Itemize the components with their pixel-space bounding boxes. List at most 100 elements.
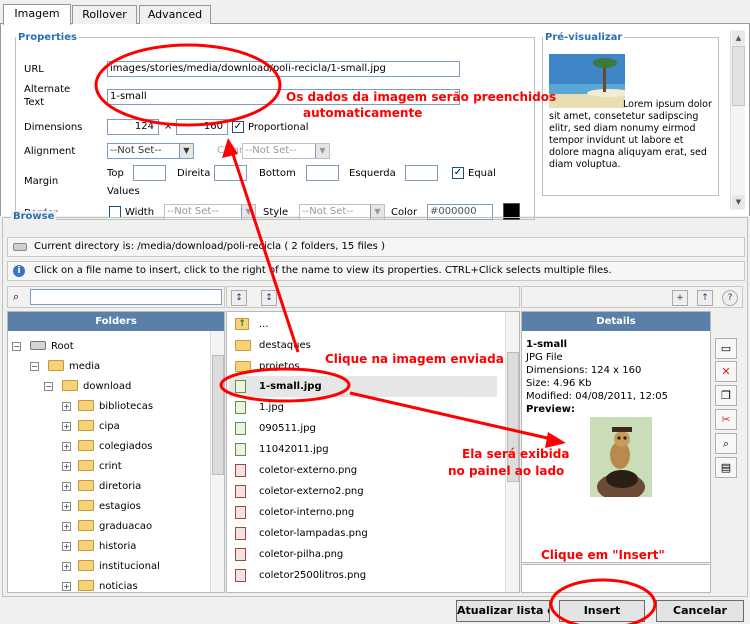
margin-right-input[interactable]	[214, 165, 247, 181]
info-icon: i	[13, 265, 25, 277]
tab-imagem[interactable]: Imagem	[3, 4, 71, 25]
alignment-select[interactable]: --Not Set-- ▼	[107, 143, 194, 159]
tree-item-noticias[interactable]: + noticias	[62, 577, 138, 592]
tree-item-download[interactable]: − download	[44, 377, 131, 397]
height-input[interactable]: 160	[176, 119, 228, 135]
folder-search-input[interactable]	[30, 289, 222, 305]
tree-item-estagios[interactable]: + estagios	[62, 497, 141, 517]
image-properties-panel: Properties URL images/stories/media/down…	[0, 24, 750, 220]
insert-button[interactable]: Insert	[559, 600, 645, 622]
details-header: Details	[522, 312, 710, 331]
delete-icon[interactable]: ✕	[715, 361, 737, 382]
annotation-autofill-line1: Os dados da imagem serão preenchidos	[286, 90, 557, 104]
details-preview-label: Preview:	[526, 404, 576, 415]
tree-item-diretoria[interactable]: + diretoria	[62, 477, 141, 497]
annotation-shown-line2: no painel ao lado	[448, 464, 565, 478]
scrollbar-thumb[interactable]	[507, 352, 519, 482]
clear-select[interactable]: --Not Set-- ▼	[242, 143, 330, 159]
scrollbar-thumb[interactable]	[732, 46, 745, 106]
tree-item-root[interactable]: − Root	[12, 337, 74, 357]
current-directory-bar: Current directory is: /media/download/po…	[7, 237, 745, 257]
folder-icon	[235, 361, 251, 372]
details-info: 1-small JPG File Dimensions: 124 x 160 S…	[526, 338, 668, 416]
width-input[interactable]: 124	[107, 119, 159, 135]
help-icon[interactable]: ?	[722, 290, 738, 306]
margin-left-label: Esquerda	[349, 168, 396, 179]
tree-item-bibliotecas[interactable]: + bibliotecas	[62, 397, 153, 417]
equal-values-checkbox[interactable]: ✓	[452, 167, 464, 179]
folder-icon	[235, 340, 251, 351]
current-directory-text: Current directory is: /media/download/po…	[34, 241, 385, 252]
folders-scrollbar[interactable]	[210, 331, 224, 592]
monkey-preview-image	[590, 417, 652, 497]
hint-bar: i Click on a file name to insert, click …	[7, 261, 745, 281]
details-type: JPG File	[526, 352, 563, 363]
tree-item-colegiados[interactable]: + colegiados	[62, 437, 152, 457]
file-row-coletor-externo2[interactable]: coletor-externo2.png	[229, 481, 497, 502]
margin-bottom-input[interactable]	[306, 165, 339, 181]
sort-size-icon[interactable]: ↕	[261, 290, 277, 306]
new-folder-icon[interactable]: +	[672, 290, 688, 306]
equal-values-label: Equal	[468, 168, 496, 179]
folder-icon	[78, 560, 94, 571]
edit-image-icon[interactable]: ▤	[715, 457, 737, 478]
file-row-090511[interactable]: 090511.jpg	[229, 418, 497, 439]
properties-scrollbar[interactable]: ▲ ▼	[730, 30, 745, 210]
png-file-icon	[235, 569, 246, 582]
file-row-coletor-interno[interactable]: coletor-interno.png	[229, 502, 497, 523]
upload-icon[interactable]: ↑	[697, 290, 713, 306]
tree-item-cipa[interactable]: + cipa	[62, 417, 120, 437]
refresh-list-button[interactable]: Atualizar lista de	[456, 600, 550, 622]
jpg-file-icon	[235, 443, 246, 456]
tree-item-graduacao[interactable]: + graduacao	[62, 517, 152, 537]
copy-icon[interactable]: ❐	[715, 385, 737, 406]
jpg-file-icon	[235, 422, 246, 435]
properties-legend: Properties	[18, 32, 77, 43]
file-row-1-small[interactable]: 1-small.jpg	[229, 376, 497, 397]
scroll-up-icon[interactable]: ▲	[732, 31, 745, 45]
file-row-coletor-lampadas[interactable]: coletor-lampadas.png	[229, 523, 497, 544]
scroll-down-icon[interactable]: ▼	[732, 195, 745, 209]
cancel-button[interactable]: Cancelar	[656, 600, 744, 622]
clear-button[interactable]: Clear	[217, 145, 243, 156]
tree-item-media[interactable]: − media	[30, 357, 100, 377]
margin-left-input[interactable]	[405, 165, 438, 181]
properties-fieldset: Properties URL images/stories/media/down…	[15, 32, 535, 220]
png-file-icon	[235, 485, 246, 498]
folder-icon	[48, 360, 64, 371]
annotation-autofill-line2: automaticamente	[303, 106, 423, 120]
tree-item-historia[interactable]: + historia	[62, 537, 136, 557]
file-row-1jpg[interactable]: 1.jpg	[229, 397, 497, 418]
annotation-shown-line1: Ela será exibida	[462, 447, 570, 461]
folder-icon	[78, 580, 94, 591]
details-pane: Details 1-small JPG File Dimensions: 124…	[521, 311, 711, 563]
margin-right-label: Direita	[177, 168, 211, 179]
file-row-parent[interactable]: ↑...	[229, 314, 497, 335]
margin-top-input[interactable]	[133, 165, 166, 181]
url-input[interactable]: images/stories/media/download/poli-recic…	[107, 61, 460, 77]
png-file-icon	[235, 464, 246, 477]
file-row-coletor-pilha[interactable]: coletor-pilha.png	[229, 544, 497, 565]
insert-file-icon[interactable]: ▭	[715, 338, 737, 359]
dimensions-label: Dimensions	[24, 122, 83, 133]
scrollbar-thumb[interactable]	[212, 355, 224, 475]
details-size: Size: 4.96 Kb	[526, 378, 592, 389]
cut-icon[interactable]: ✂	[715, 409, 737, 430]
file-row-11042011[interactable]: 11042011.jpg	[229, 439, 497, 460]
tree-item-institucional[interactable]: + institucional	[62, 557, 160, 577]
alt-label-line2: Text	[24, 97, 45, 108]
annotation-click-image: Clique na imagem enviada	[325, 352, 504, 366]
drive-icon	[13, 243, 27, 251]
file-row-coletor2500litros[interactable]: coletor2500litros.png	[229, 565, 497, 586]
details-modified: Modified: 04/08/2011, 12:05	[526, 391, 669, 402]
details-extra-pane	[521, 564, 711, 593]
proportional-checkbox[interactable]: ✓	[232, 121, 244, 133]
details-dimensions: Dimensions: 124 x 160	[526, 365, 642, 376]
zoom-icon[interactable]: ⌕	[715, 433, 737, 454]
chevron-down-icon: ▼	[179, 144, 193, 158]
sort-az-icon[interactable]: ↕	[231, 290, 247, 306]
tab-rollover[interactable]: Rollover	[72, 5, 137, 24]
jpg-file-icon	[235, 401, 246, 414]
tab-advanced[interactable]: Advanced	[139, 5, 211, 24]
tree-item-crint[interactable]: + crint	[62, 457, 122, 477]
